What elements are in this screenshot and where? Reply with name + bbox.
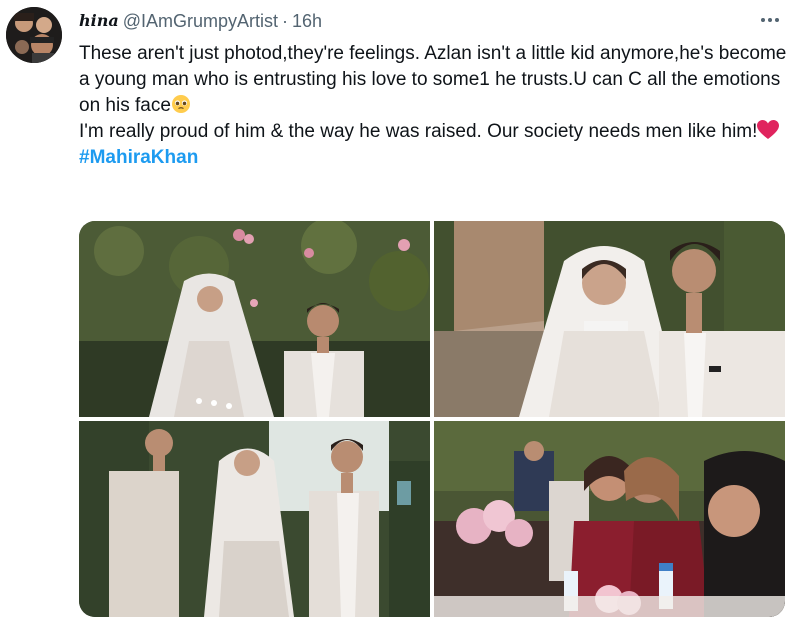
user-handle[interactable]: @IAmGrumpyArtist <box>123 9 278 33</box>
separator-dot: · <box>282 11 289 31</box>
tweet-text-part2: I'm really proud of him & the way he was… <box>79 121 758 142</box>
timestamp[interactable]: 16h <box>292 9 322 33</box>
photo-bride-walking-escorted[interactable] <box>79 421 430 617</box>
photo-bride-and-groom-garden[interactable] <box>79 221 430 417</box>
display-name[interactable]: hina <box>79 9 119 33</box>
more-options-icon[interactable] <box>756 10 784 30</box>
photo-emotional-guests[interactable] <box>434 421 785 617</box>
pleading-face-icon <box>171 94 191 114</box>
photo-bride-and-young-man-closeup[interactable] <box>434 221 785 417</box>
hashtag-link[interactable]: #MahiraKhan <box>79 147 198 168</box>
tweet-text: These aren't just photod,they're feeling… <box>79 41 789 171</box>
media-grid <box>79 221 785 617</box>
red-heart-icon <box>757 120 780 140</box>
tweet[interactable]: hina @IAmGrumpyArtist · 16h These aren't… <box>0 0 798 617</box>
avatar[interactable] <box>6 7 62 63</box>
tweet-header: hina @IAmGrumpyArtist · 16h <box>79 9 322 33</box>
